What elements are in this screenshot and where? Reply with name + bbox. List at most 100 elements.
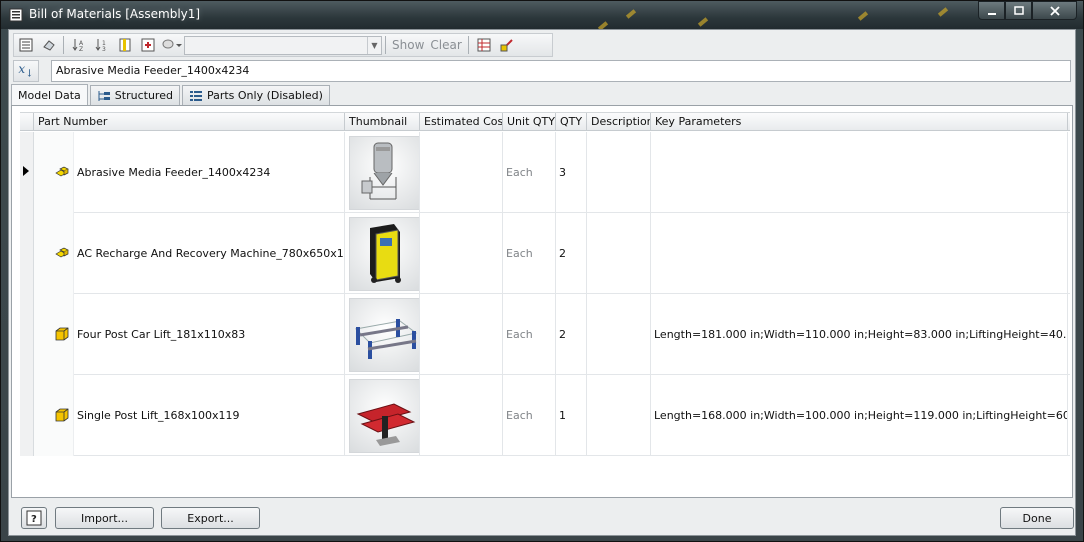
- close-button[interactable]: [1032, 1, 1077, 20]
- chevron-down-icon[interactable]: ▼: [367, 36, 381, 54]
- col-description[interactable]: Description: [587, 113, 651, 131]
- unit-qty-cell[interactable]: Each: [503, 132, 556, 213]
- part-number-cell[interactable]: Single Post Lift_168x100x119: [74, 375, 345, 456]
- tab-model-data[interactable]: Model Data: [11, 84, 88, 105]
- key-parameters-cell[interactable]: [651, 132, 1068, 213]
- part-icon: [55, 327, 69, 341]
- toolbar: AZ 13 ▼ Show Clear: [13, 33, 553, 57]
- show-button[interactable]: Show: [389, 38, 427, 52]
- part-number-cell[interactable]: Abrasive Media Feeder_1400x4234: [74, 132, 345, 213]
- edit-button[interactable]: [38, 35, 60, 55]
- export-button[interactable]: Export...: [161, 507, 260, 529]
- key-parameters-cell[interactable]: Length=168.000 in;Width=100.000 in;Heigh…: [651, 375, 1068, 456]
- thumbnail-cell: [345, 294, 420, 375]
- table-row[interactable]: Single Post Lift_168x100x119 Each 1 Leng…: [20, 375, 1070, 456]
- estimated-cost-cell[interactable]: [420, 294, 503, 375]
- unit-qty-cell[interactable]: Each: [503, 213, 556, 294]
- tree-cell: [34, 213, 74, 294]
- export-table-button[interactable]: [473, 35, 495, 55]
- function-icon: x↓: [18, 62, 34, 80]
- estimated-cost-cell[interactable]: [420, 213, 503, 294]
- table-row[interactable]: AC Recharge And Recovery Machine_780x650…: [20, 213, 1070, 294]
- part-number-cell[interactable]: AC Recharge And Recovery Machine_780x650…: [74, 213, 345, 294]
- parts-list-icon: [189, 90, 202, 101]
- estimated-cost-cell[interactable]: [420, 132, 503, 213]
- col-unit-qty[interactable]: Unit QTY: [503, 113, 556, 131]
- find-button[interactable]: [160, 35, 182, 55]
- row-selector[interactable]: [20, 213, 34, 294]
- bom-grid: Part Number Thumbnail Estimated Cost Uni…: [11, 105, 1073, 498]
- unit-qty-cell[interactable]: Each: [503, 294, 556, 375]
- description-cell[interactable]: [587, 375, 651, 456]
- decor-spark: [625, 9, 637, 19]
- key-parameters-cell[interactable]: Length=181.000 in;Width=110.000 in;Heigh…: [651, 294, 1068, 375]
- bom-tabs: Model Data Structured Parts Only (Disabl…: [11, 84, 332, 105]
- qty-cell[interactable]: 2: [556, 294, 587, 375]
- qty-cell[interactable]: 3: [556, 132, 587, 213]
- table-properties-icon: [19, 38, 33, 52]
- clear-button[interactable]: Clear: [427, 38, 464, 52]
- description-cell[interactable]: [587, 213, 651, 294]
- thumbnail-cell: [345, 375, 420, 456]
- col-part-number[interactable]: Part Number: [34, 113, 345, 131]
- header-selector: [20, 113, 34, 131]
- title-bar[interactable]: Bill of Materials [Assembly1]: [1, 1, 1083, 31]
- dialog-client: AZ 13 ▼ Show Clear x↓ Abrasive Media Fee…: [8, 29, 1076, 536]
- name-bar: x↓ Abrasive Media Feeder_1400x4234: [13, 60, 1071, 82]
- renumber-icon: 13: [95, 39, 106, 53]
- minimize-icon: [987, 12, 996, 15]
- update-button[interactable]: [496, 35, 518, 55]
- dialog-footer: ? Import... Export... Done: [9, 501, 1075, 535]
- feeder-drawing: [361, 142, 397, 199]
- estimated-cost-cell[interactable]: [420, 375, 503, 456]
- expression-button[interactable]: x↓: [13, 60, 39, 82]
- maximize-button[interactable]: [1005, 1, 1032, 20]
- col-estimated-cost[interactable]: Estimated Cost: [420, 113, 503, 131]
- unit-qty-cell[interactable]: Each: [503, 375, 556, 456]
- window-title: Bill of Materials [Assembly1]: [29, 7, 201, 21]
- qty-cell[interactable]: 1: [556, 375, 587, 456]
- part-number-cell[interactable]: Four Post Car Lift_181x110x83: [74, 294, 345, 375]
- qty-cell[interactable]: 2: [556, 213, 587, 294]
- bom-properties-button[interactable]: [15, 35, 37, 55]
- sort-icon: AZ: [72, 39, 84, 53]
- import-button[interactable]: Import...: [55, 507, 154, 529]
- find-icon: [162, 39, 182, 49]
- ac-machine-drawing: [370, 223, 401, 283]
- selected-part-field[interactable]: Abrasive Media Feeder_1400x4234: [51, 60, 1071, 82]
- tree-cell: [34, 132, 74, 213]
- thumbnail-cell: [345, 213, 420, 294]
- row-selector[interactable]: [20, 375, 34, 456]
- tree-cell: [34, 375, 74, 456]
- col-qty[interactable]: QTY: [556, 113, 587, 131]
- table-row[interactable]: Abrasive Media Feeder_1400x4234 Each 3: [20, 132, 1070, 213]
- close-icon: [1049, 5, 1060, 16]
- description-cell[interactable]: [587, 294, 651, 375]
- sort-button[interactable]: AZ: [68, 35, 90, 55]
- row-selector[interactable]: [20, 294, 34, 375]
- tab-label: Model Data: [18, 88, 81, 102]
- help-button[interactable]: ?: [21, 507, 47, 529]
- single-post-lift-drawing: [356, 402, 416, 446]
- col-thumbnail[interactable]: Thumbnail: [345, 113, 420, 131]
- tab-structured[interactable]: Structured: [89, 85, 180, 105]
- four-post-lift-thumbnail: [349, 297, 419, 372]
- view-select[interactable]: ▼: [184, 35, 382, 55]
- col-key-parameters[interactable]: Key Parameters: [651, 113, 1068, 131]
- table-row[interactable]: Four Post Car Lift_181x110x83 Each 2 Len…: [20, 294, 1070, 375]
- subassembly-icon: [55, 247, 69, 258]
- choose-columns-button[interactable]: [114, 35, 136, 55]
- four-post-lift-drawing: [354, 318, 418, 359]
- update-icon: [500, 39, 513, 52]
- decor-spark: [857, 11, 869, 21]
- row-selector[interactable]: [20, 132, 34, 213]
- key-parameters-cell[interactable]: [651, 213, 1068, 294]
- minimize-button[interactable]: [978, 1, 1005, 20]
- single-post-lift-thumbnail: [349, 378, 419, 453]
- description-cell[interactable]: [587, 132, 651, 213]
- done-button[interactable]: Done: [1000, 507, 1074, 529]
- tab-parts-only[interactable]: Parts Only (Disabled): [181, 85, 330, 105]
- add-custom-item-button[interactable]: [137, 35, 159, 55]
- renumber-button[interactable]: 13: [91, 35, 113, 55]
- svg-text:3: 3: [102, 46, 106, 53]
